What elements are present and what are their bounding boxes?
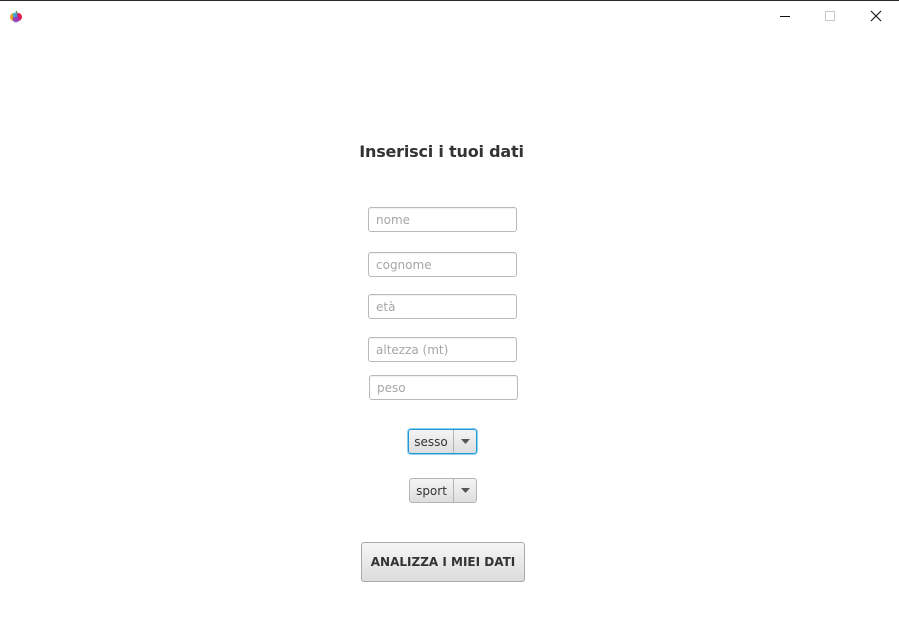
minimize-button[interactable] (762, 1, 808, 31)
cognome-input[interactable] (368, 252, 517, 277)
sesso-combo-label: sesso (409, 430, 454, 453)
close-button[interactable] (853, 1, 899, 31)
peso-input[interactable] (369, 375, 518, 400)
altezza-input[interactable] (368, 337, 517, 362)
sport-combo[interactable]: sport (409, 478, 477, 503)
maximize-icon (824, 10, 836, 22)
maximize-button[interactable] (807, 1, 853, 31)
form-title: Inserisci i tuoi dati (359, 142, 524, 161)
title-bar[interactable] (0, 1, 899, 31)
analyze-button[interactable]: ANALIZZA I MIEI DATI (361, 542, 525, 582)
nome-input[interactable] (368, 207, 517, 232)
sesso-combo[interactable]: sesso (408, 429, 477, 454)
minimize-icon (779, 10, 791, 22)
close-icon (870, 10, 882, 22)
eta-input[interactable] (368, 294, 517, 319)
chevron-down-icon (454, 430, 476, 453)
app-window: Inserisci i tuoi dati sesso sport ANALIZ… (0, 0, 899, 628)
sport-combo-label: sport (410, 479, 454, 502)
chevron-down-icon (454, 479, 476, 502)
app-fruit-icon (9, 9, 23, 23)
